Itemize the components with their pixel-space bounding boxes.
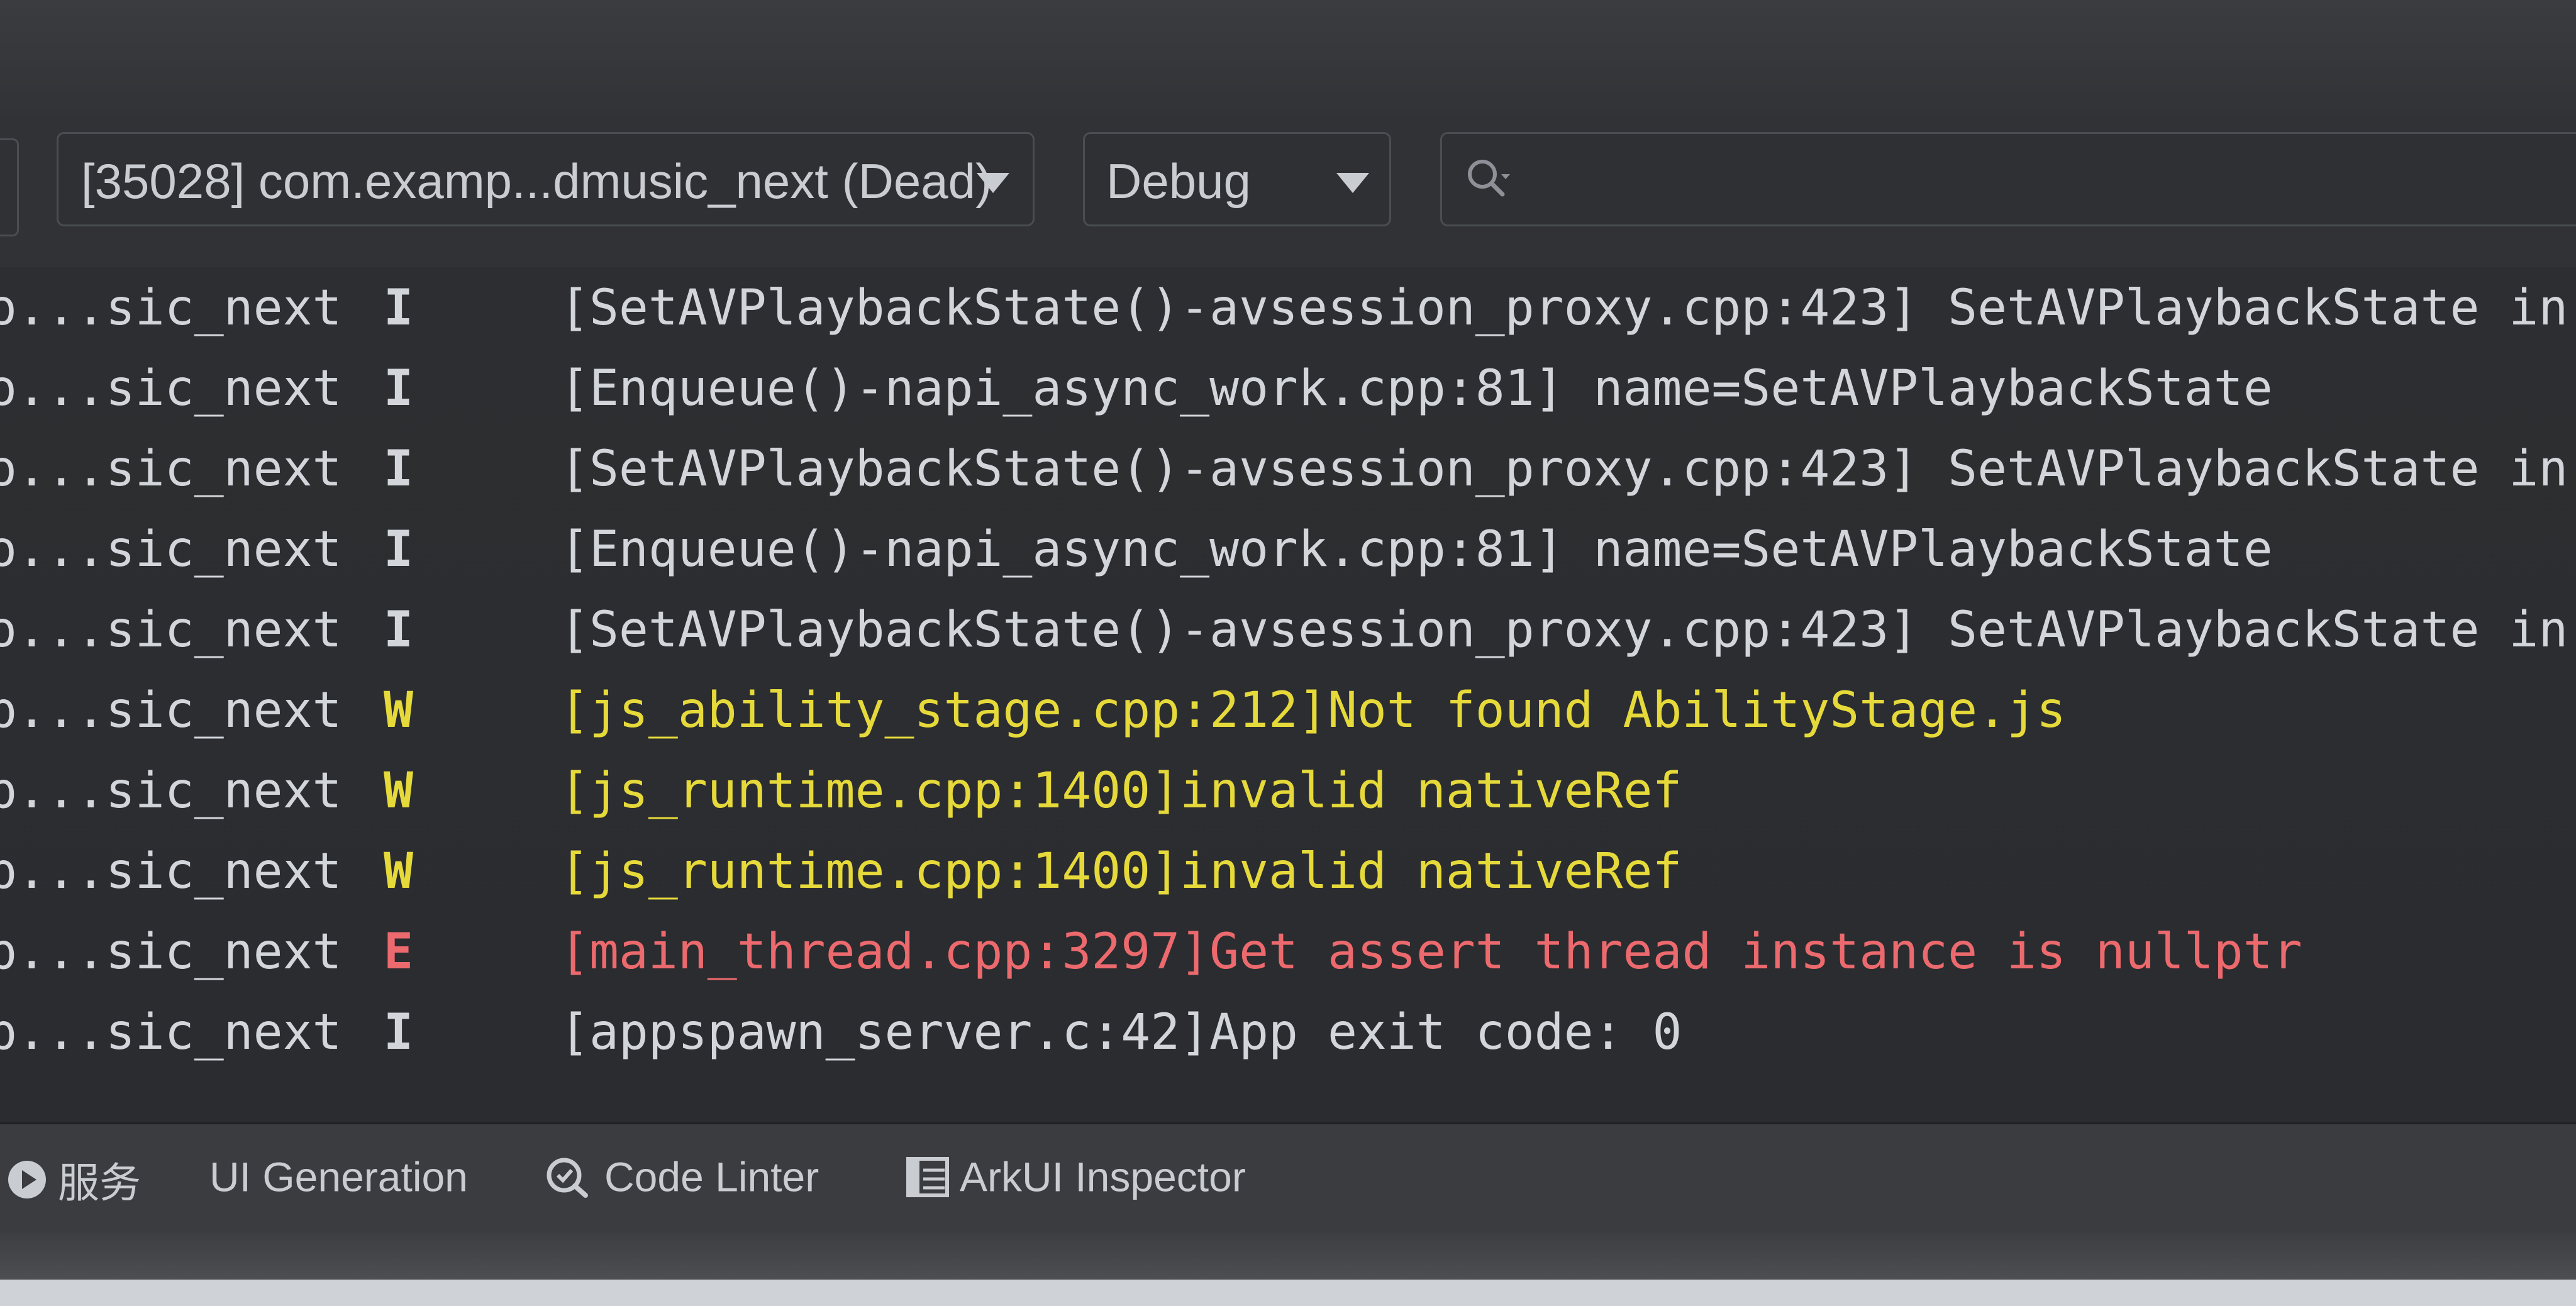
log-output[interactable]: o...sic_next I [SetAVPlaybackState()-avses… (0, 267, 2576, 1122)
screen-bezel-edge (0, 1280, 2576, 1306)
log-tag: p...sic_next (0, 843, 342, 900)
log-level: I (384, 521, 413, 578)
log-message: [Enqueue()-napi_async_work.cpp:81] name=… (560, 521, 2273, 578)
log-row[interactable]: o...sic_next I [SetAVPlaybackState()-avses… (0, 595, 2576, 676)
log-row[interactable]: p...sic_next W [js_runtime.cpp:1400]invali… (0, 756, 2576, 837)
log-tag: p...sic_next (0, 1004, 342, 1061)
log-row[interactable]: p...sic_next W [js_runtime.cpp:1400]invali… (0, 837, 2576, 917)
log-row[interactable]: o...sic_next I [Enqueue()-napi_async_work.… (0, 515, 2576, 595)
log-tag: o...sic_next (0, 602, 342, 658)
log-row[interactable]: o...sic_next I [SetAVPlaybackState()-avses… (0, 434, 2576, 515)
log-level: I (384, 1004, 413, 1061)
log-message: [appspawn_server.c:42]App exit code: 0 (560, 1004, 1682, 1061)
tool-arkui-inspector-label: ArkUI Inspector (960, 1153, 1246, 1200)
log-message: [js_ability_stage.cpp:212]Not found Abil… (560, 682, 2066, 739)
tool-code-linter-label: Code Linter (604, 1153, 819, 1200)
log-level: I (384, 280, 413, 336)
log-tag: o...sic_next (0, 441, 342, 497)
tool-services[interactable]: 服务 (6, 1149, 141, 1206)
log-level-dropdown[interactable]: Debug (1083, 132, 1391, 226)
log-level: W (384, 843, 413, 900)
log-row[interactable]: o...sic_next I [SetAVPlaybackState()-avses… (0, 274, 2576, 354)
log-search-box[interactable] (1440, 132, 2576, 226)
log-level: W (384, 682, 413, 739)
log-row[interactable]: p...sic_next I [appspawn_server.c:42]App e… (0, 998, 2576, 1078)
chevron-down-icon (1336, 173, 1369, 193)
search-icon (1468, 160, 1510, 197)
log-level-label: Debug (1106, 153, 1251, 209)
log-level: I (384, 441, 413, 497)
log-message: [main_thread.cpp:3297]Get assert thread … (560, 924, 2302, 980)
log-tag: o...sic_next (0, 280, 342, 336)
inspector-icon (906, 1156, 949, 1197)
log-message: [Enqueue()-napi_async_work.cpp:81] name=… (560, 360, 2273, 417)
log-message: [js_runtime.cpp:1400]invalid nativeRef (560, 843, 1682, 900)
log-message: [SetAVPlaybackState()-avsession_proxy.cp… (560, 602, 2568, 658)
log-message: [js_runtime.cpp:1400]invalid nativeRef (560, 763, 1682, 819)
log-level: I (384, 360, 413, 417)
log-tag: o...sic_next (0, 521, 342, 578)
log-tag: o...sic_next (0, 360, 342, 417)
tool-code-linter[interactable]: Code Linter (544, 1149, 819, 1206)
process-dropdown-label: [35028] com.examp...dmusic_next (Dead) (81, 153, 992, 209)
tool-services-label: 服务 (58, 1159, 141, 1206)
log-row[interactable]: p...sic_next W [js_ability_stage.cpp:212]N… (0, 676, 2576, 756)
device-select-edge[interactable] (0, 138, 19, 236)
log-toolbar: [35028] com.examp...dmusic_next (Dead) D… (0, 126, 2576, 268)
log-level: I (384, 602, 413, 658)
log-level: E (384, 924, 413, 980)
log-message: [SetAVPlaybackState()-avsession_proxy.cp… (560, 441, 2568, 497)
log-level: W (384, 763, 413, 819)
log-tag: p...sic_next (0, 763, 342, 819)
services-play-icon (8, 1161, 46, 1198)
log-tag: p...sic_next (0, 924, 342, 980)
log-tag: p...sic_next (0, 682, 342, 739)
log-message: [SetAVPlaybackState()-avsession_proxy.cp… (560, 280, 2568, 336)
tool-arkui-inspector[interactable]: ArkUI Inspector (906, 1149, 1246, 1206)
log-row[interactable]: o...sic_next I [Enqueue()-napi_async_work.… (0, 354, 2576, 434)
window-top-area (0, 0, 2576, 126)
chevron-down-icon (977, 173, 1009, 193)
tool-window-bar: 服务 UI Generation Code Linter ArkUI Inspe… (0, 1122, 2576, 1234)
tool-ui-generation-label: UI Generation (209, 1153, 468, 1200)
log-row[interactable]: p...sic_next E [main_thread.cpp:3297]Get a… (0, 917, 2576, 998)
search-input[interactable] (1524, 147, 2533, 217)
code-linter-icon (547, 1158, 588, 1198)
tool-ui-generation[interactable]: UI Generation (209, 1149, 468, 1206)
logcat-window: [35028] com.examp...dmusic_next (Dead) D… (0, 0, 2576, 1306)
process-dropdown[interactable]: [35028] com.examp...dmusic_next (Dead) (57, 132, 1035, 226)
